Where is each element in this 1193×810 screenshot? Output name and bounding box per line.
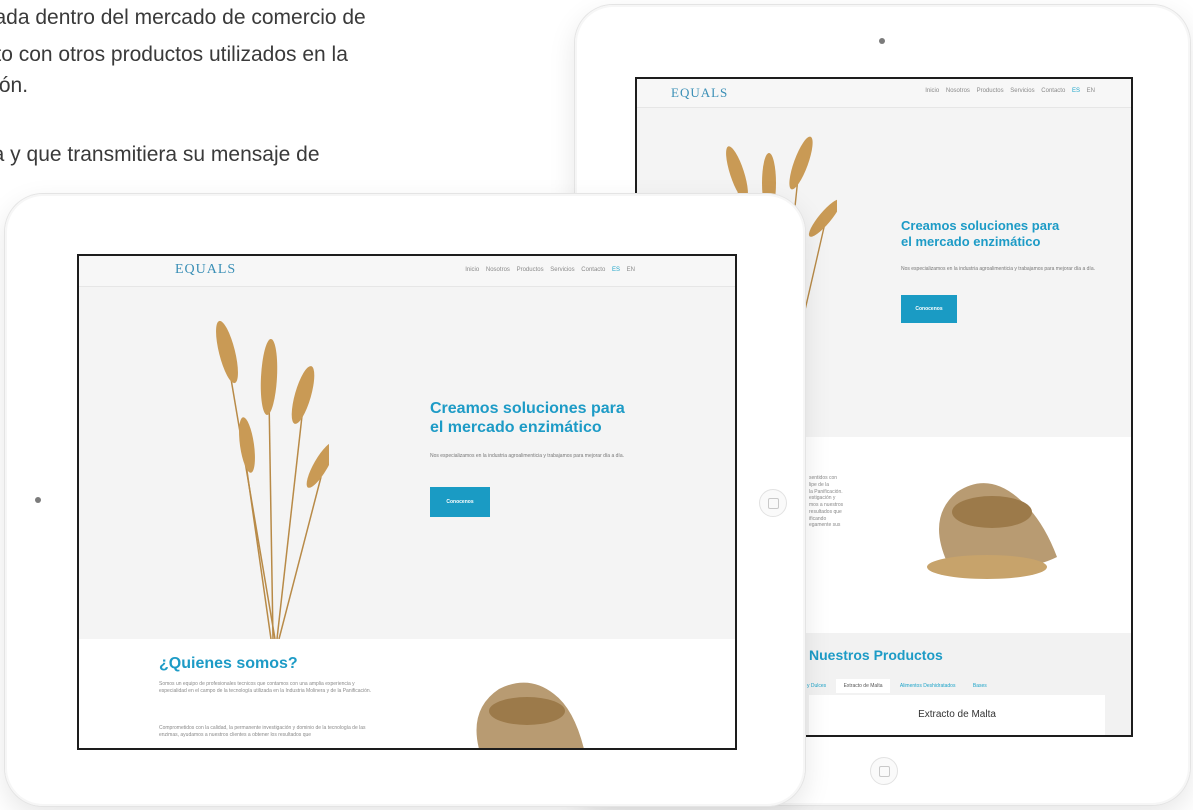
camera-icon xyxy=(35,497,41,503)
lang-es[interactable]: ES xyxy=(1072,88,1080,94)
site-nav: EQUALS Inicio Nosotros Productos Servici… xyxy=(637,79,1131,108)
lang-es[interactable]: ES xyxy=(612,267,620,273)
nav-item-servicios[interactable]: Servicios xyxy=(550,267,574,273)
tab-bases[interactable]: Bases xyxy=(965,679,995,693)
nav-item-inicio[interactable]: Inicio xyxy=(465,267,479,273)
landscape-screen: EQUALS Inicio Nosotros Productos Servici… xyxy=(77,254,737,750)
product-card: Extracto de Malta xyxy=(809,695,1105,735)
site-menu: Inicio Nosotros Productos Servicios Cont… xyxy=(460,267,635,273)
about-section: ¿Quienes somos? Somos un equipo de profe… xyxy=(79,639,735,748)
hero-title: Creamos soluciones para el mercado enzim… xyxy=(430,400,625,437)
wheat-image xyxy=(216,320,329,639)
site-menu: Inicio Nosotros Productos Servicios Cont… xyxy=(920,88,1095,94)
about-paragraph-1: Somos un equipo de profesionales tecnico… xyxy=(159,681,372,694)
site-nav: EQUALS Inicio Nosotros Productos Servici… xyxy=(79,256,735,287)
hero-title: Creamos soluciones para el mercado enzim… xyxy=(901,218,1060,249)
about-title: ¿Quienes somos? xyxy=(159,655,298,672)
product-tabs: y Dulces Extracto de Malta Alimentos Des… xyxy=(799,679,995,693)
products-title: Nuestros Productos xyxy=(809,647,943,663)
hero-section: Creamos soluciones para el mercado enzim… xyxy=(79,287,735,639)
ipad-landscape-mockup: EQUALS Inicio Nosotros Productos Servici… xyxy=(5,194,805,806)
lang-en[interactable]: EN xyxy=(627,267,635,273)
lang-en[interactable]: EN xyxy=(1087,88,1095,94)
site-logo[interactable]: EQUALS xyxy=(175,262,236,278)
grain-sack-image xyxy=(476,682,584,748)
conocenos-button[interactable]: Conocenos xyxy=(430,487,490,517)
about-paragraph-2: Comprometidos con la calidad, la permane… xyxy=(159,725,366,738)
product-card-title: Extracto de Malta xyxy=(918,709,996,720)
nav-item-contacto[interactable]: Contacto xyxy=(581,267,605,273)
nav-item-nosotros[interactable]: Nosotros xyxy=(486,267,510,273)
grain-sack-image xyxy=(927,483,1057,579)
camera-icon xyxy=(879,38,885,44)
nav-item-productos[interactable]: Productos xyxy=(517,267,544,273)
copy-line-4: rna y que transmitiera su mensaje de xyxy=(0,143,320,166)
nav-item-contacto[interactable]: Contacto xyxy=(1041,88,1065,94)
site-logo[interactable]: EQUALS xyxy=(671,85,728,101)
hero-subtitle: Nos especializamos en la industria agroa… xyxy=(901,266,1095,272)
tab-extracto-de-malta[interactable]: Extracto de Malta xyxy=(835,679,891,693)
nav-item-productos[interactable]: Productos xyxy=(977,88,1004,94)
nav-item-servicios[interactable]: Servicios xyxy=(1010,88,1034,94)
nav-item-nosotros[interactable]: Nosotros xyxy=(946,88,970,94)
tab-alimentos-deshidratados[interactable]: Alimentos Deshidratados xyxy=(892,679,964,693)
nav-item-inicio[interactable]: Inicio xyxy=(925,88,939,94)
home-button-icon xyxy=(870,757,898,785)
copy-line-1: ertada dentro del mercado de comercio de xyxy=(0,6,366,29)
about-text-clipped: sentidos con lipe de la la Panificación.… xyxy=(809,475,844,529)
copy-line-3: ación. xyxy=(0,74,29,97)
conocenos-button[interactable]: Conocenos xyxy=(901,295,957,323)
copy-line-2: unto con otros productos utilizados en l… xyxy=(0,43,348,66)
home-button-icon xyxy=(759,489,787,517)
hero-subtitle: Nos especializamos en la industria agroa… xyxy=(430,453,624,459)
